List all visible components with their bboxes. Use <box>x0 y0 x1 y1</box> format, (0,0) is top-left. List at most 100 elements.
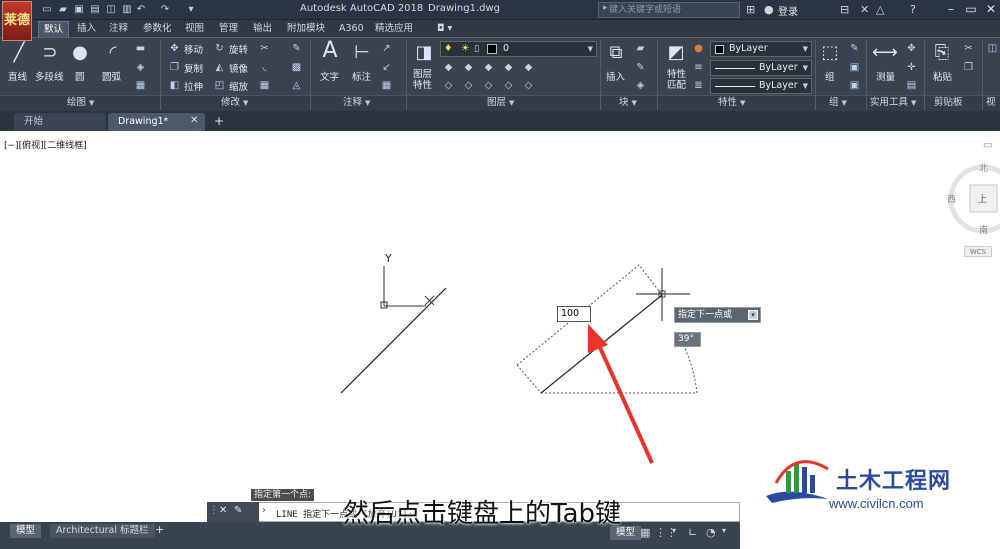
stretch-tool-label[interactable]: 拉伸 <box>184 79 203 93</box>
wcs-menu[interactable]: WCS <box>964 246 992 257</box>
modify-panel-label[interactable]: 修改 ▼ <box>221 96 248 110</box>
tab-view[interactable]: 视图 <box>180 21 209 37</box>
arc-tool-label[interactable]: 圆弧 <box>102 69 121 83</box>
edit-block-icon[interactable]: ✎ <box>634 61 647 74</box>
open-file-icon[interactable]: ▰ <box>56 3 70 16</box>
copy-icon[interactable]: ❐ <box>168 61 181 74</box>
layer-tool-icon[interactable]: ◆ <box>482 61 495 74</box>
text-tool-label[interactable]: 文字 <box>320 69 339 83</box>
polar-icon[interactable]: ◔ <box>706 526 716 539</box>
lineweight-dropdown[interactable]: ByLayer ▼ <box>710 78 812 94</box>
ortho-icon[interactable]: ∟ <box>688 526 697 539</box>
table-icon[interactable]: ▦ <box>380 79 393 92</box>
create-block-icon[interactable]: ▰ <box>634 42 647 55</box>
gradient-icon[interactable]: ▦ <box>134 79 147 92</box>
circle-icon[interactable]: ● <box>68 42 92 64</box>
mirror-icon[interactable]: ◭ <box>213 61 226 74</box>
layer-tool-icon[interactable]: ◆ <box>442 61 455 74</box>
point-icon[interactable]: ✛ <box>905 61 918 74</box>
layer-tool-icon[interactable]: ◇ <box>522 79 535 92</box>
chevron-down-icon[interactable]: ▾ <box>672 526 676 535</box>
fillet-icon[interactable]: ◟ <box>258 61 271 74</box>
erase-icon[interactable]: ✎ <box>290 42 303 55</box>
login-button[interactable]: 登录 <box>778 3 798 18</box>
new-tab-button[interactable]: + <box>214 114 224 128</box>
layer-properties-icon[interactable]: ◨ <box>412 42 436 64</box>
save-icon[interactable]: ▣ <box>72 3 86 16</box>
properties-panel-label[interactable]: 特性 ▼ <box>718 96 745 110</box>
customize-wrench-icon[interactable]: ✎ <box>234 505 242 516</box>
copy-tool-label[interactable]: 复制 <box>184 61 203 75</box>
tab-extra-dropdown[interactable]: ◘ ▾ <box>432 21 457 37</box>
layer-tool-icon[interactable]: ◆ <box>502 61 515 74</box>
match-properties-icon[interactable]: ◩ <box>664 42 688 64</box>
tab-insert[interactable]: 插入 <box>72 21 101 37</box>
app-menu-button[interactable]: 莱德 <box>2 1 32 41</box>
restore-button[interactable]: ▭ <box>960 0 982 18</box>
block-panel-label[interactable]: 块 ▼ <box>619 96 637 110</box>
tab-addins[interactable]: 附加模块 <box>282 21 330 37</box>
add-layout-button[interactable]: + <box>155 523 164 536</box>
block-attribute-icon[interactable]: ◈ <box>634 79 647 92</box>
save-as-icon[interactable]: ▤ <box>88 3 102 16</box>
viewcube-south[interactable]: 南 <box>979 223 988 236</box>
draw-panel-label[interactable]: 绘图 ▼ <box>67 96 94 110</box>
layer-tool-icon[interactable]: ◇ <box>442 79 455 92</box>
options-arrow-icon[interactable]: ▾ <box>748 310 758 320</box>
dimension-icon[interactable]: ⊢ <box>350 42 374 64</box>
linetype-dropdown[interactable]: ByLayer ▼ <box>710 60 812 76</box>
circle-tool-label[interactable]: 圆 <box>75 69 85 83</box>
model-layout-tab[interactable]: 模型 <box>10 524 42 538</box>
scale-tool-label[interactable]: 缩放 <box>229 79 248 93</box>
utilities-panel-label[interactable]: 实用工具 ▼ <box>870 96 916 110</box>
trim-icon[interactable]: ✂ <box>258 42 271 55</box>
mirror-tool-label[interactable]: 镜像 <box>229 61 248 75</box>
groups-panel-label[interactable]: 组 ▼ <box>829 96 847 110</box>
dimension-tool-label[interactable]: 标注 <box>352 69 371 83</box>
insert-block-label[interactable]: 插入 <box>606 69 625 83</box>
view-base-icon[interactable]: ◫ <box>986 42 999 55</box>
insert-block-icon[interactable]: ⧉ <box>604 42 628 64</box>
search-input[interactable]: 键入关键字或短语 <box>598 2 740 18</box>
rectangle-icon[interactable]: ▬ <box>134 42 147 55</box>
viewcube-top-face[interactable]: 上 <box>978 192 987 205</box>
group-select-icon[interactable]: ▣ <box>848 79 861 92</box>
close-command-icon[interactable]: ✕ <box>219 505 227 516</box>
help-icon[interactable]: ? <box>910 3 916 16</box>
minimize-button[interactable]: – <box>940 0 962 18</box>
ungroup-icon[interactable]: ✎ <box>848 42 861 55</box>
offset-icon[interactable]: ◬ <box>290 79 303 92</box>
match-properties-label[interactable]: 特性 匹配 <box>667 69 686 91</box>
cut-icon[interactable]: ✂ <box>962 42 975 55</box>
grid-icon[interactable]: ▦ <box>640 526 650 539</box>
move-tool-label[interactable]: 移动 <box>184 42 203 56</box>
layer-tool-icon[interactable]: ◇ <box>502 79 515 92</box>
layer-properties-label[interactable]: 图层 特性 <box>413 69 432 91</box>
length-input[interactable]: 100 <box>557 306 591 322</box>
line-tool-label[interactable]: 直线 <box>8 69 27 83</box>
group-edit-icon[interactable]: ▣ <box>848 61 861 74</box>
tab-home[interactable]: 默认 <box>38 21 70 37</box>
layers-panel-label[interactable]: 图层 ▼ <box>487 96 514 110</box>
chevron-down-icon[interactable]: ▾ <box>722 526 726 535</box>
undo-icon[interactable]: ↶ <box>134 3 148 16</box>
color-dropdown[interactable]: ByLayer ▼ <box>710 41 812 57</box>
close-tab-icon[interactable]: ✕ <box>190 115 198 126</box>
exchange-icon[interactable]: ✕ <box>860 3 869 16</box>
lineweight-icon[interactable]: ≣ <box>692 79 705 92</box>
color-wheel-icon[interactable]: ● <box>692 42 705 55</box>
hatch-icon[interactable]: ◈ <box>134 61 147 74</box>
start-tab[interactable]: 开始 <box>14 113 106 131</box>
viewcube-north[interactable]: 北 <box>979 161 988 174</box>
layer-tool-icon[interactable]: ◇ <box>482 79 495 92</box>
quick-access-dropdown-icon[interactable]: ▾ <box>184 3 198 16</box>
scale-icon[interactable]: ◰ <box>213 79 226 92</box>
rotate-tool-label[interactable]: 旋转 <box>229 42 248 56</box>
new-file-icon[interactable]: ▭ <box>40 3 54 16</box>
paste-tool-label[interactable]: 粘贴 <box>933 69 952 83</box>
quick-select-icon[interactable]: ✥ <box>905 42 918 55</box>
angle-input[interactable]: 39° <box>674 332 701 347</box>
annotation-panel-label[interactable]: 注释 ▼ <box>343 96 370 110</box>
layer-tool-icon[interactable]: ◆ <box>522 61 535 74</box>
tab-a360[interactable]: A360 <box>334 21 369 37</box>
